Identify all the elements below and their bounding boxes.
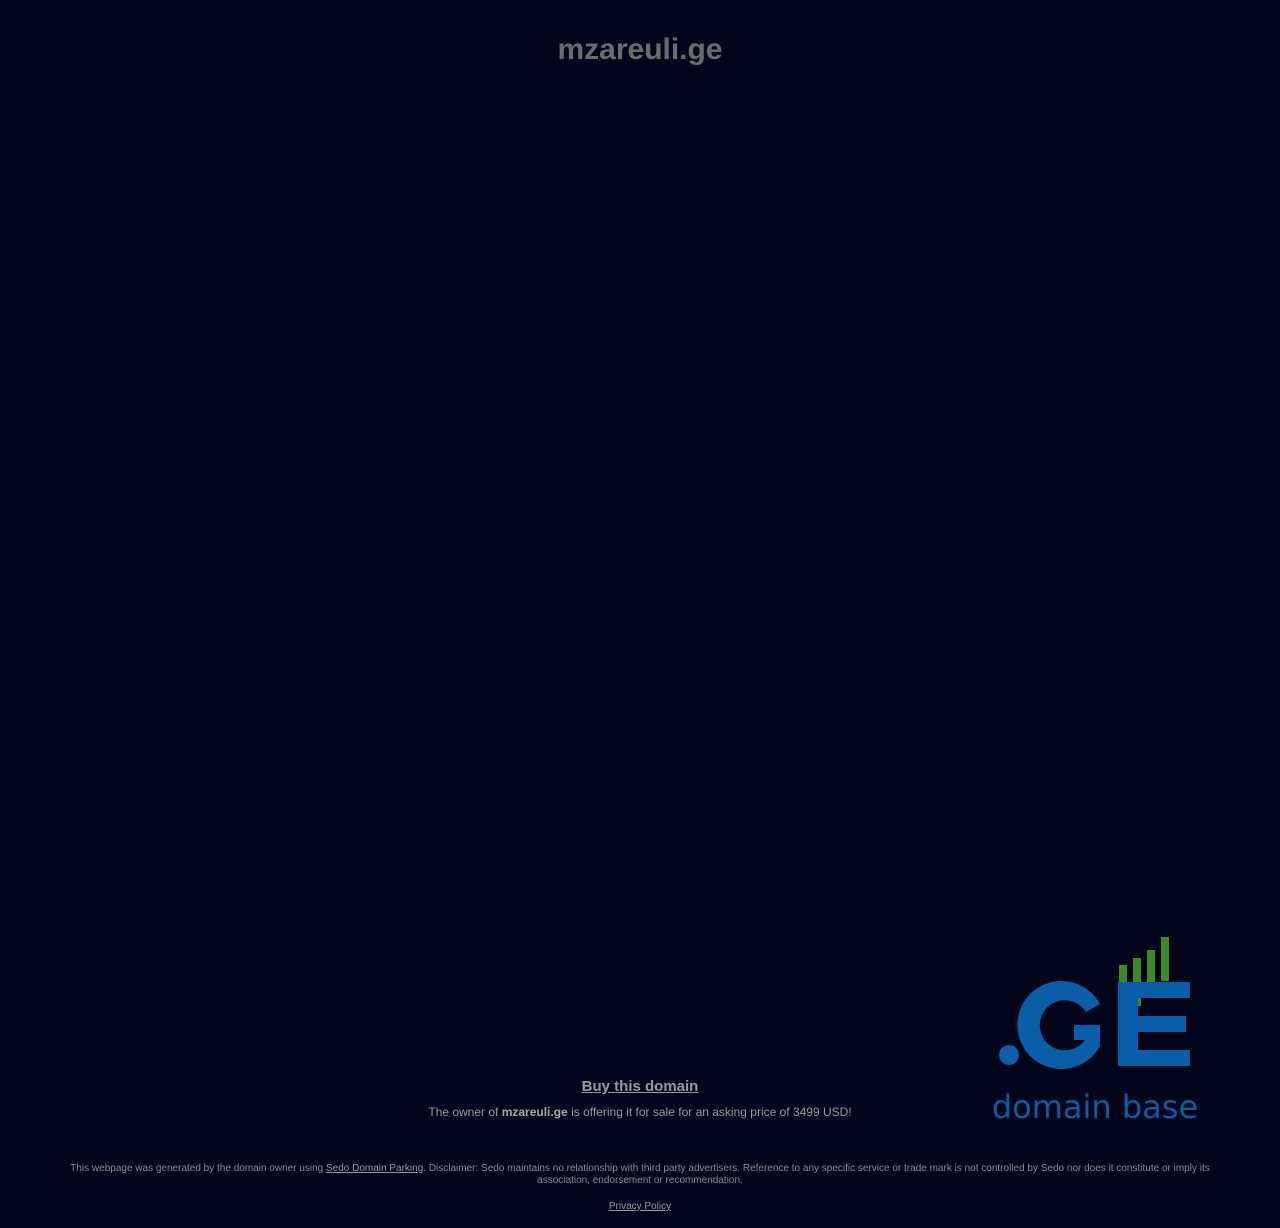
disclaimer-suffix: . Disclaimer: Sedo maintains no relation… [423, 1163, 1210, 1186]
logo-dot [999, 1045, 1019, 1065]
buy-domain-link[interactable]: Buy this domain [582, 1076, 699, 1098]
privacy-section: Privacy Policy [0, 1201, 1280, 1213]
logo-bar-4 [1161, 937, 1169, 981]
sedo-parking-link[interactable]: Sedo Domain Parking [326, 1163, 423, 1174]
privacy-policy-link[interactable]: Privacy Policy [609, 1201, 671, 1212]
offer-domain: mzareuli.ge [501, 1105, 568, 1119]
logo-letter-g [1017, 981, 1100, 1069]
offer-prefix: The owner of [428, 1105, 502, 1119]
page-title: mzareuli.ge [557, 33, 723, 66]
disclaimer-prefix: This webpage was generated by the domain… [70, 1163, 326, 1174]
sale-offer-text: The owner of mzareuli.ge is offering it … [0, 1104, 1280, 1120]
logo-letter-e [1118, 982, 1190, 1066]
offer-suffix: is offering it for sale for an asking pr… [567, 1105, 852, 1119]
parking-page: mzareuli.ge domain base Buy this domain … [0, 0, 1280, 1228]
disclaimer: This webpage was generated by the domain… [60, 1163, 1220, 1187]
sale-section: Buy this domain The owner of mzareuli.ge… [0, 1076, 1280, 1120]
